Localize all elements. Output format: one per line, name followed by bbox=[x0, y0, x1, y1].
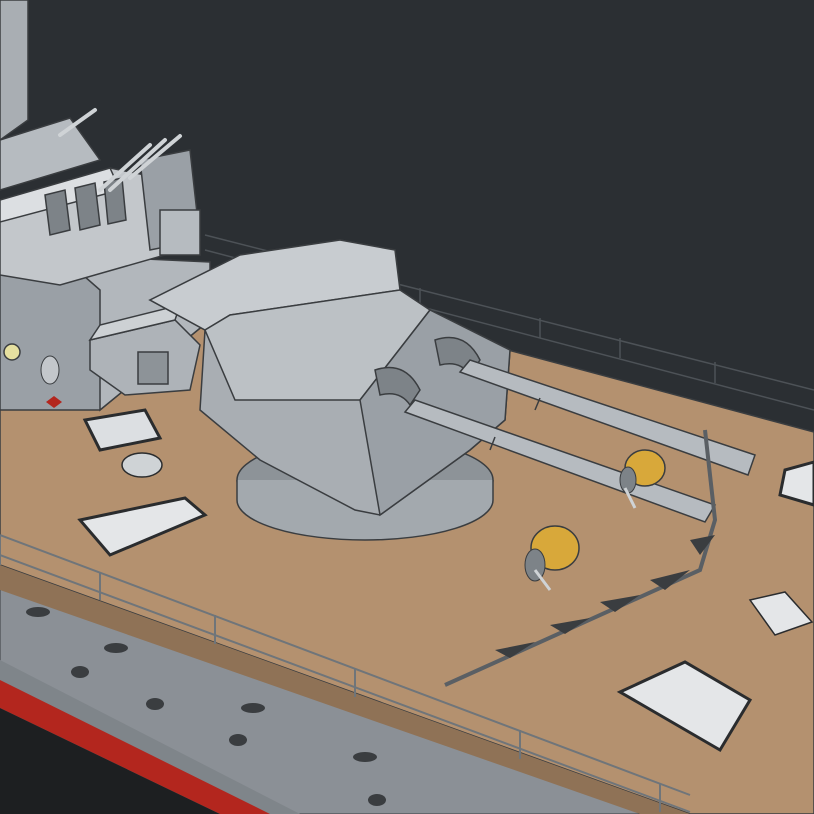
mast bbox=[0, 0, 29, 141]
vent-icon bbox=[121, 452, 163, 478]
life-ring-icon bbox=[40, 355, 60, 385]
ship-model-scene bbox=[0, 0, 814, 814]
signal-lamp bbox=[3, 343, 21, 361]
